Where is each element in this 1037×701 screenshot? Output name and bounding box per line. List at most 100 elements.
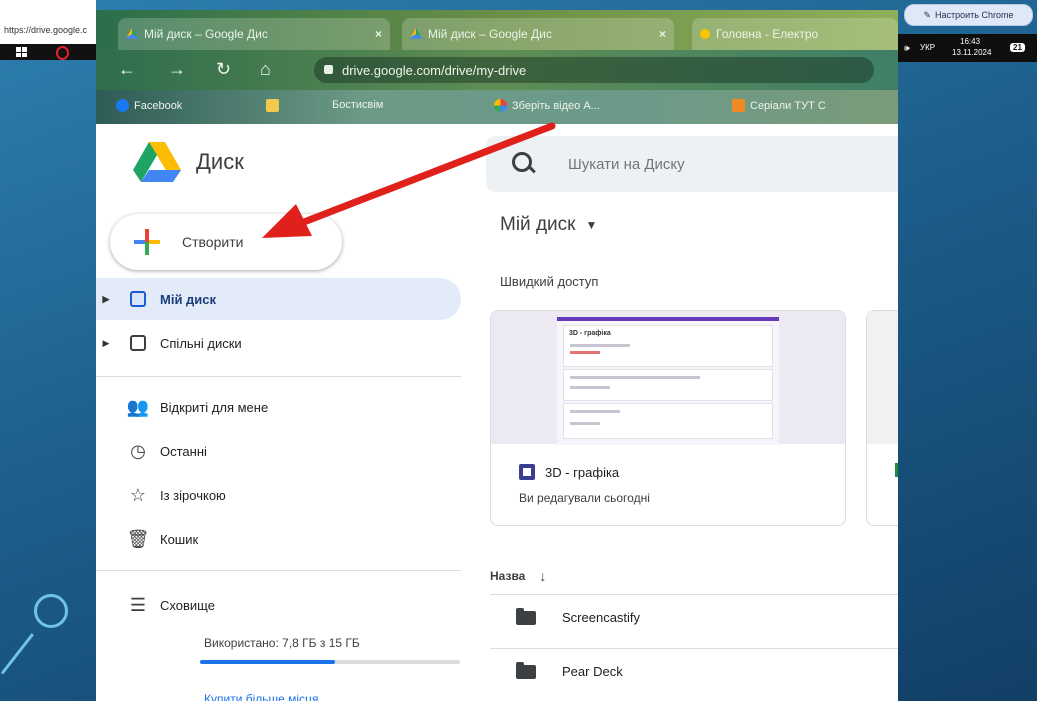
lock-icon xyxy=(324,65,333,74)
shared-drives-icon xyxy=(130,335,146,351)
storage-bar-fill xyxy=(200,660,336,664)
sidebar-item-label: Останні xyxy=(160,443,207,459)
url-text: drive.google.com/drive/my-drive xyxy=(342,62,527,78)
browser-strip: https://drive.google.c xyxy=(0,0,96,44)
card-file-name: 3D - графіка xyxy=(519,464,619,480)
expand-icon[interactable]: ▶ xyxy=(96,338,116,349)
sidebar-item-label: Мій диск xyxy=(160,291,217,307)
decorative-line xyxy=(0,633,34,675)
windows-start-icon[interactable] xyxy=(16,47,27,57)
sidebar-item-my-drive[interactable]: ▶ Мій диск xyxy=(96,278,461,320)
sidebar-item-recent[interactable]: ◷ Останні xyxy=(96,430,461,472)
sidebar-item-label: Кошик xyxy=(160,531,199,547)
search-box[interactable] xyxy=(486,136,898,192)
sidebar-item-starred[interactable]: ☆ Із зірочкою xyxy=(96,474,461,516)
tab-home[interactable]: Головна - Електро xyxy=(692,18,898,50)
sidebar-divider xyxy=(96,376,461,377)
tab-my-drive-1[interactable]: Мій диск – Google Дис × xyxy=(118,18,390,50)
sidebar-item-label: Спільні диски xyxy=(160,335,242,351)
trash-icon: 🗑 xyxy=(126,528,150,549)
sidebar-item-label: Відкриті для мене xyxy=(160,399,269,415)
sidebar-item-shared-drives[interactable]: ▶ Спільні диски xyxy=(96,322,461,364)
buy-storage-link[interactable]: Купити більше місця xyxy=(204,692,318,701)
tray-time[interactable]: 16:43 xyxy=(960,37,980,46)
back-icon[interactable]: ← xyxy=(118,59,136,79)
list-item[interactable]: Pear Deck xyxy=(490,648,898,694)
tab-title: Головна - Електро xyxy=(716,27,819,41)
forms-icon xyxy=(519,464,535,480)
people-icon: 👥 xyxy=(126,396,150,417)
bookmark-facebook[interactable]: Facebook xyxy=(116,99,182,112)
list-item[interactable]: Screencastify xyxy=(490,594,898,640)
forward-icon[interactable]: → xyxy=(168,59,186,79)
customize-chrome-label: Настроить Chrome xyxy=(935,10,1014,20)
storage-icon: ☰ xyxy=(129,594,147,615)
bookmark-image[interactable] xyxy=(266,99,279,112)
home-icon[interactable]: ⌂ xyxy=(260,59,271,79)
bookmark-label: Бостисвім xyxy=(332,99,384,111)
quick-access-card[interactable]: 3D - графіка 3D - графіка Ви редагували … xyxy=(490,310,846,526)
bookmark-video[interactable]: Зберіть відео А... xyxy=(494,99,600,112)
file-name: Screencastify xyxy=(562,610,641,625)
drive-icon xyxy=(410,28,422,39)
notifications-badge[interactable]: 21 xyxy=(1010,43,1025,52)
site-favicon-icon xyxy=(700,29,710,39)
folder-icon xyxy=(516,607,536,625)
my-drive-icon xyxy=(130,291,146,307)
tab-title: Мій диск – Google Дис xyxy=(428,27,552,41)
quick-access-card[interactable] xyxy=(866,310,898,526)
create-button[interactable]: Створити xyxy=(110,214,342,270)
list-header[interactable]: Назва ↓ xyxy=(490,568,546,584)
thumbnail-title: 3D - графіка xyxy=(569,330,611,337)
customize-chrome-button[interactable]: ✎ Настроить Chrome xyxy=(904,4,1033,26)
google-drive-logo-icon xyxy=(132,140,182,184)
sidebar-item-shared-with-me[interactable]: 👥 Відкриті для мене xyxy=(96,386,461,428)
drive-screenshot: Мій диск – Google Дис × Мій диск – Googl… xyxy=(96,10,898,701)
app-name: Диск xyxy=(196,149,244,174)
sidebar-item-trash[interactable]: 🗑 Кошик xyxy=(96,518,461,560)
folder-icon xyxy=(516,661,536,679)
url-field[interactable]: drive.google.com/drive/my-drive xyxy=(314,57,874,83)
taskbar xyxy=(0,44,96,60)
close-icon[interactable]: × xyxy=(659,27,666,41)
star-icon: ☆ xyxy=(129,484,147,505)
opera-icon[interactable] xyxy=(56,46,69,60)
bookmark-label: Facebook xyxy=(134,99,183,112)
tv-icon xyxy=(732,99,745,112)
page-title[interactable]: Мій диск ▼ xyxy=(500,214,597,236)
tray-language[interactable]: УКР xyxy=(920,43,935,52)
address-bar: ← → ↻ ⌂ drive.google.com/drive/my-drive xyxy=(96,50,898,90)
tab-bar: Мій диск – Google Дис × Мій диск – Googl… xyxy=(96,10,898,50)
bookmarks-bar: Facebook Бостисвім Зберіть відео А... Се… xyxy=(96,90,898,124)
sort-down-arrow-icon[interactable]: ↓ xyxy=(539,568,546,584)
close-icon[interactable]: × xyxy=(375,27,382,41)
status-url: https://drive.google.c xyxy=(4,25,88,35)
tab-my-drive-2[interactable]: Мій диск – Google Дис × xyxy=(402,18,674,50)
sidebar-item-storage[interactable]: ☰ Сховище xyxy=(96,584,461,626)
expand-icon[interactable]: ▶ xyxy=(96,294,116,305)
card-file-activity: Ви редагували сьогодні xyxy=(519,491,650,505)
drive-icon xyxy=(126,28,138,39)
clock-icon: ◷ xyxy=(130,440,146,461)
bookmark-serials[interactable]: Серіали ТУТ С xyxy=(732,99,826,112)
reload-icon[interactable]: ↻ xyxy=(216,59,231,79)
bookmark-label: Зберіть відео А... xyxy=(512,99,600,112)
bookmark-label: Серіали ТУТ С xyxy=(750,99,826,112)
create-label: Створити xyxy=(182,234,244,250)
search-input[interactable] xyxy=(566,150,890,178)
file-name: Pear Deck xyxy=(562,664,623,679)
storage-usage-text: Використано: 7,8 ГБ з 15 ГБ xyxy=(204,636,360,650)
file-thumbnail: 3D - графіка xyxy=(491,311,845,445)
quick-access-heading: Швидкий доступ xyxy=(500,274,599,289)
drive-brand[interactable]: Диск xyxy=(132,140,244,184)
volume-icon[interactable]: 🕪 xyxy=(904,43,910,54)
storage-bar xyxy=(200,660,460,664)
file-thumbnail xyxy=(867,311,898,444)
tab-title: Мій диск – Google Дис xyxy=(144,27,268,41)
bookmark-bostysvim[interactable]: Бостисвім xyxy=(332,99,383,111)
search-icon[interactable] xyxy=(512,152,532,172)
sheets-icon xyxy=(895,463,898,477)
plus-icon xyxy=(134,229,160,255)
tray-date[interactable]: 13.11.2024 xyxy=(952,48,991,57)
image-icon xyxy=(266,99,279,112)
